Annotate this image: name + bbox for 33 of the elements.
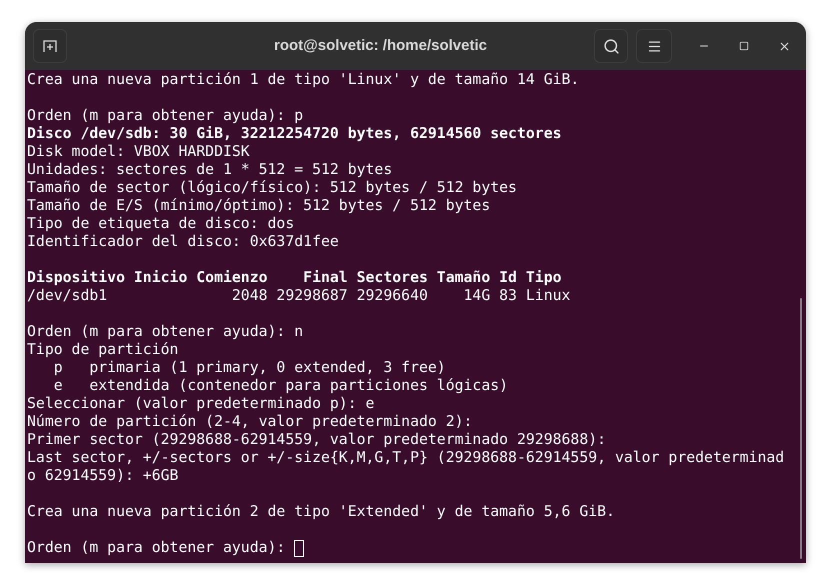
terminal-line: Identificador del disco: 0x637d1fee	[27, 233, 340, 251]
maximize-icon	[739, 41, 749, 51]
terminal-line: Disk model: VBOX HARDDISK	[27, 143, 251, 161]
menu-icon	[646, 38, 662, 54]
terminal-line: Last sector, +/-sectors or +/-size{K,M,G,T,P} (29298688-62914559, valor predeterminad	[27, 449, 786, 467]
terminal-line: Disco /dev/sdb: 30 GiB, 32212254720 bytes, 62914560 sectores	[27, 125, 563, 143]
terminal-line: Tamaño de sector (lógico/físico): 512 bytes / 512 bytes	[27, 179, 518, 197]
new-tab-icon	[42, 38, 58, 54]
terminal-line: p primaria (1 primary, 0 extended, 3 free)	[52, 359, 447, 377]
terminal-line: Tipo de etiqueta de disco: dos	[27, 215, 296, 233]
terminal-prompt: Orden (m para obtener ayuda):	[27, 539, 286, 557]
menu-button[interactable]	[636, 29, 672, 63]
terminal-line: Número de partición (2-4, valor predeterminado 2):	[27, 413, 474, 431]
window-title: root@solvetic: /home/solvetic	[274, 36, 487, 56]
terminal-line: /dev/sdb1 2048 29298687 29296640 14G 83 Linux	[27, 287, 572, 305]
search-icon	[602, 38, 620, 54]
terminal-line: Seleccionar (valor predeterminado p): e	[27, 395, 376, 413]
new-tab-button[interactable]	[33, 29, 67, 63]
terminal-line: Tipo de partición	[27, 341, 180, 359]
terminal-line: Primer sector (29298688-62914559, valor predeterminado 29298688):	[27, 431, 608, 449]
terminal-line: e extendida (contenedor para particiones lógicas)	[52, 377, 510, 395]
terminal-line: Tamaño de E/S (mínimo/óptimo): 512 bytes / 512 bytes	[27, 197, 492, 215]
terminal-line: Crea una nueva partición 2 de tipo 'Extended' y de tamaño 5,6 GiB.	[27, 503, 616, 521]
terminal-line: o 62914559): +6GB	[27, 467, 180, 485]
terminal-line: Orden (m para obtener ayuda): p	[27, 107, 304, 125]
close-icon	[778, 40, 790, 52]
terminal-line: Dispositivo Inicio Comienzo Final Sectores Tamaño Id Tipo	[27, 269, 563, 287]
terminal-line: Crea una nueva partición 1 de tipo 'Linux' y de tamaño 14 GiB.	[27, 71, 580, 89]
scrollbar[interactable]	[800, 298, 802, 559]
text-cursor	[294, 540, 304, 556]
terminal-line: Orden (m para obtener ayuda): n	[27, 323, 304, 341]
search-button[interactable]	[594, 29, 628, 63]
terminal-line: Unidades: sectores de 1 * 512 = 512 bytes	[27, 161, 394, 179]
